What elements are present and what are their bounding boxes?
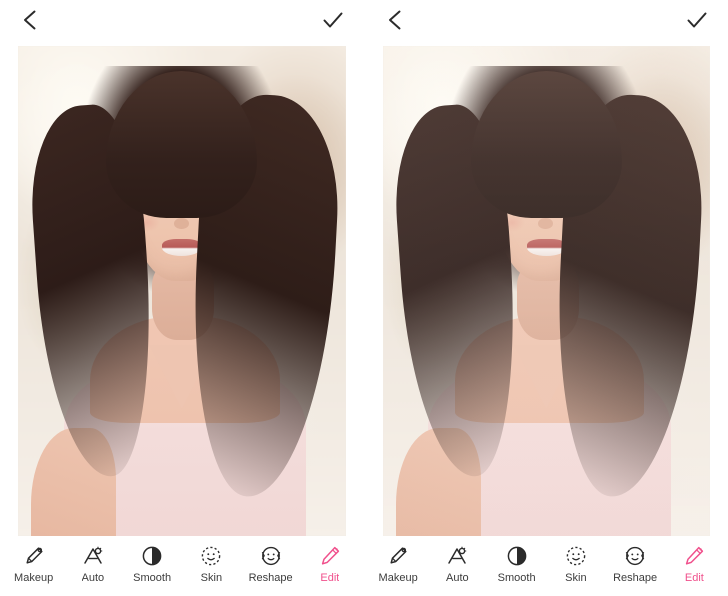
phone-screen-before: Makeup Auto bbox=[0, 0, 364, 595]
tool-label: Smooth bbox=[133, 572, 171, 585]
checkmark-icon[interactable] bbox=[318, 5, 348, 35]
lipstick-icon bbox=[386, 543, 410, 569]
top-bar-before bbox=[0, 0, 364, 40]
tool-skin[interactable]: Skin bbox=[547, 543, 605, 585]
tool-reshape[interactable]: Reshape bbox=[242, 543, 300, 585]
tool-label: Skin bbox=[565, 572, 586, 585]
tool-label: Edit bbox=[320, 572, 339, 585]
phone-screen-after: Makeup Auto bbox=[364, 0, 728, 595]
tool-edit[interactable]: Edit bbox=[301, 543, 359, 585]
bottom-toolbar-before: Makeup Auto bbox=[0, 536, 364, 596]
back-arrow-icon[interactable] bbox=[381, 5, 411, 35]
tool-label: Auto bbox=[446, 572, 469, 585]
tool-label: Skin bbox=[201, 572, 222, 585]
nose bbox=[174, 218, 189, 229]
tool-label: Smooth bbox=[498, 572, 536, 585]
auto-magic-icon bbox=[81, 543, 105, 569]
lipstick-icon bbox=[22, 543, 46, 569]
tool-makeup[interactable]: Makeup bbox=[5, 543, 63, 585]
tool-smooth[interactable]: Smooth bbox=[123, 543, 181, 585]
contrast-circle-icon bbox=[505, 543, 529, 569]
face-dotted-icon bbox=[564, 543, 588, 569]
face-reshape-icon bbox=[259, 543, 283, 569]
tool-auto[interactable]: Auto bbox=[64, 543, 122, 585]
auto-magic-icon bbox=[445, 543, 469, 569]
tool-edit[interactable]: Edit bbox=[665, 543, 723, 585]
mouth bbox=[162, 239, 201, 256]
edit-pen-icon bbox=[318, 543, 342, 569]
tool-label: Reshape bbox=[613, 572, 657, 585]
edit-pen-icon bbox=[682, 543, 706, 569]
portrait-photo-retouched[interactable] bbox=[383, 46, 711, 536]
dual-screenshot-comparison: Makeup Auto bbox=[0, 0, 728, 595]
portrait-photo-original[interactable] bbox=[18, 46, 346, 536]
bottom-toolbar-after: Makeup Auto bbox=[365, 536, 728, 596]
tool-label: Makeup bbox=[379, 572, 418, 585]
photo-area-after bbox=[365, 40, 728, 536]
top-bar-after bbox=[365, 0, 728, 40]
tool-label: Edit bbox=[685, 572, 704, 585]
checkmark-icon[interactable] bbox=[682, 5, 712, 35]
back-arrow-icon[interactable] bbox=[16, 5, 46, 35]
tool-makeup[interactable]: Makeup bbox=[369, 543, 427, 585]
contrast-circle-icon bbox=[140, 543, 164, 569]
mouth bbox=[527, 239, 566, 256]
face-reshape-icon bbox=[623, 543, 647, 569]
face-dotted-icon bbox=[199, 543, 223, 569]
tool-reshape[interactable]: Reshape bbox=[606, 543, 664, 585]
tool-label: Auto bbox=[82, 572, 105, 585]
tool-skin[interactable]: Skin bbox=[182, 543, 240, 585]
tool-label: Makeup bbox=[14, 572, 53, 585]
tool-label: Reshape bbox=[249, 572, 293, 585]
photo-area-before bbox=[0, 40, 364, 536]
tool-auto[interactable]: Auto bbox=[428, 543, 486, 585]
tool-smooth[interactable]: Smooth bbox=[488, 543, 546, 585]
